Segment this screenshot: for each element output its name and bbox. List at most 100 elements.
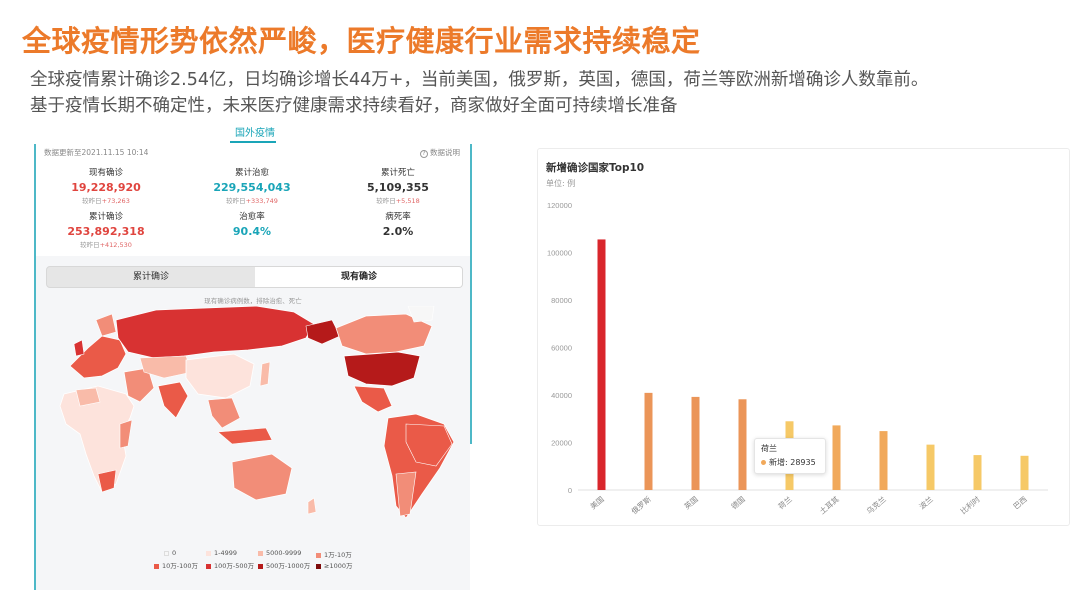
chart-unit-label: 单位: 例 (546, 179, 576, 188)
map-region-india[interactable] (157, 381, 189, 419)
stat-delta-prefix: 较昨日 (226, 197, 246, 205)
legend-label: 100万-500万 (214, 562, 255, 570)
stat-delta: 较昨日+5,518 (328, 195, 468, 205)
stat-fatality-rate: 病死率 2.0% (328, 210, 468, 238)
legend-label: ≥1000万 (324, 562, 353, 570)
legend-item: 500万-1000万 (258, 560, 310, 570)
legend-label: 5000-9999 (266, 549, 302, 557)
map-region-southeast-asia[interactable] (207, 397, 241, 429)
map-region-scandinavia[interactable] (95, 313, 117, 337)
toggle-cumulative-confirmed[interactable]: 累计确诊 (47, 267, 255, 287)
stat-label: 累计确诊 (88, 212, 123, 222)
map-region-russia[interactable] (115, 306, 315, 359)
tooltip-category: 荷兰 (761, 444, 777, 453)
legend-item: ≥1000万 (316, 560, 353, 570)
y-tick-label: 60000 (551, 344, 572, 353)
stat-delta-value: +412,530 (99, 241, 132, 249)
bar-4[interactable] (738, 399, 747, 490)
stat-delta: 较昨日+73,263 (36, 195, 176, 205)
legend-item: 5000-9999 (258, 549, 301, 557)
map-region-australia[interactable] (231, 453, 293, 501)
x-tick-label: 土耳其 (817, 494, 841, 516)
stat-label: 治愈率 (239, 212, 265, 222)
legend-swatch (206, 563, 211, 569)
stat-total-confirmed: 累计确诊 253,892,318 较昨日+412,530 (36, 210, 176, 249)
legend-label: 0 (172, 549, 177, 557)
stat-delta-value: +73,263 (101, 197, 130, 205)
bar-1[interactable] (597, 239, 606, 490)
x-tick-label: 德国 (729, 494, 747, 511)
data-note-link[interactable]: ? 数据说明 (420, 147, 460, 158)
stat-delta-value: +333,749 (245, 197, 278, 205)
slide-subtitle-line-1: 全球疫情累计确诊2.54亿，日均确诊增长44万+，当前美国，俄罗斯，英国，德国，… (30, 70, 929, 90)
legend-item: 0 (164, 549, 176, 557)
map-region-indonesia[interactable] (217, 427, 273, 445)
map-region-usa[interactable] (343, 351, 421, 387)
legend-item: 100万-500万 (206, 560, 254, 570)
bar-10[interactable] (1020, 455, 1029, 490)
panel-border-right (470, 144, 472, 444)
top10-chart-panel: 0 20000 40000 60000 80000 100000 120000 美国 俄罗斯 英国… (537, 148, 1070, 526)
map-region-china[interactable] (185, 353, 255, 399)
x-tick-label: 波兰 (917, 494, 935, 512)
stat-total-recovered: 累计治愈 229,554,043 较昨日+333,749 (182, 166, 322, 205)
stat-delta-value: +5,518 (395, 197, 420, 205)
bar-6[interactable] (832, 425, 841, 490)
stat-label: 累计死亡 (380, 168, 415, 178)
bar-9[interactable] (973, 455, 982, 490)
legend-label: 500万-1000万 (266, 562, 311, 570)
bar-3[interactable] (691, 396, 700, 490)
map-region-uk[interactable] (73, 339, 85, 357)
map-region-new-zealand[interactable] (307, 497, 317, 515)
stat-value: 253,892,318 (67, 225, 145, 238)
bar-8[interactable] (926, 444, 935, 490)
x-tick-label: 美国 (588, 494, 606, 511)
stat-delta: 较昨日+412,530 (36, 239, 176, 249)
tooltip-series-dot (761, 460, 766, 465)
stat-delta-prefix: 较昨日 (376, 197, 396, 205)
data-note-label: 数据说明 (430, 148, 460, 157)
tab-overseas-epidemic[interactable]: 国外疫情 (235, 124, 275, 139)
covid-dashboard-panel: 国外疫情 数据更新至2021.11.15 10:14 ? 数据说明 现有确诊 19… (34, 116, 472, 590)
legend-swatch (154, 563, 159, 569)
tooltip-row: 新增: 28935 (761, 457, 819, 468)
legend-swatch (258, 563, 263, 569)
x-tick-label: 英国 (682, 494, 700, 511)
tooltip-value: 28935 (790, 458, 816, 467)
stat-value: 229,554,043 (213, 181, 291, 194)
legend-label: 10万-100万 (162, 562, 199, 570)
slide-title: 全球疫情形势依然严峻，医疗健康行业需求持续稳定 (22, 24, 701, 58)
tab-underline (230, 141, 276, 143)
map-region-east-africa[interactable] (119, 419, 133, 449)
toggle-current-confirmed[interactable]: 现有确诊 (255, 267, 462, 287)
stat-value: 90.4% (232, 225, 272, 238)
stat-label: 累计治愈 (234, 168, 269, 178)
world-map-area: 累计确诊 现有确诊 现有确诊病例数，排除治愈、死亡 0 1-4999 5000-… (36, 256, 470, 590)
legend-label: 1-4999 (214, 549, 238, 557)
y-tick-label: 100000 (547, 249, 572, 258)
x-tick-label: 荷兰 (776, 494, 794, 512)
tooltip-series-label: 新增 (769, 458, 785, 467)
stat-value: 5,109,355 (367, 181, 429, 194)
legend-label: 1万-10万 (324, 551, 352, 559)
update-time: 数据更新至2021.11.15 10:14 (44, 148, 149, 157)
map-mode-toggle: 累计确诊 现有确诊 (46, 266, 463, 288)
y-tick-label: 120000 (547, 201, 572, 210)
y-tick-label: 40000 (551, 391, 572, 400)
y-tick-label: 20000 (551, 439, 572, 448)
stat-value: 2.0% (382, 225, 414, 238)
map-region-japan[interactable] (259, 361, 271, 387)
bar-2[interactable] (644, 392, 653, 490)
map-region-mexico[interactable] (353, 385, 393, 413)
stat-total-deaths: 累计死亡 5,109,355 较昨日+5,518 (328, 166, 468, 205)
stat-delta-prefix: 较昨日 (80, 241, 100, 249)
bar-7[interactable] (879, 431, 888, 490)
legend-swatch (316, 552, 321, 558)
legend-swatch (206, 550, 211, 556)
chart-tooltip: 荷兰 新增: 28935 (754, 438, 826, 474)
legend-swatch (164, 550, 169, 556)
y-tick-label: 0 (568, 486, 572, 495)
stat-label: 现有确诊 (88, 168, 123, 178)
question-icon: ? (420, 150, 428, 158)
stat-value: 19,228,920 (71, 181, 141, 194)
